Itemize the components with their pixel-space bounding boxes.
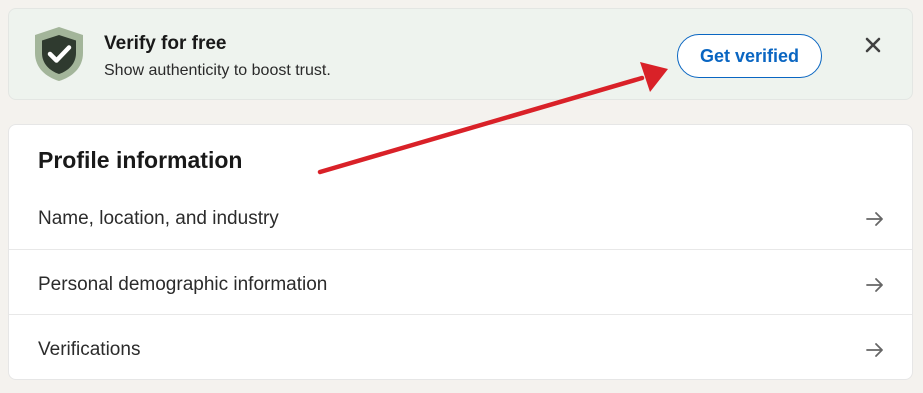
list-item-label: Verifications xyxy=(38,339,141,360)
list-item-name-location-industry[interactable]: Name, location, and industry xyxy=(9,186,912,251)
verification-banner: Verify for free Show authenticity to boo… xyxy=(8,8,913,100)
shield-check-icon xyxy=(31,25,87,83)
section-title: Profile information xyxy=(38,147,243,173)
list-item-verifications[interactable]: Verifications xyxy=(9,314,912,379)
profile-information-card: Profile information Name, location, and … xyxy=(8,124,913,380)
arrow-right-icon xyxy=(865,275,885,295)
list-item-label: Personal demographic information xyxy=(38,274,328,295)
list-item-label: Name, location, and industry xyxy=(38,208,279,229)
banner-subtitle: Show authenticity to boost trust. xyxy=(104,62,331,79)
banner-title: Verify for free xyxy=(104,33,227,54)
get-verified-button[interactable]: Get verified xyxy=(677,34,822,78)
list-item-personal-demographic[interactable]: Personal demographic information xyxy=(9,249,912,314)
arrow-right-icon xyxy=(865,209,885,229)
arrow-right-icon xyxy=(865,340,885,360)
close-icon[interactable] xyxy=(861,33,885,57)
